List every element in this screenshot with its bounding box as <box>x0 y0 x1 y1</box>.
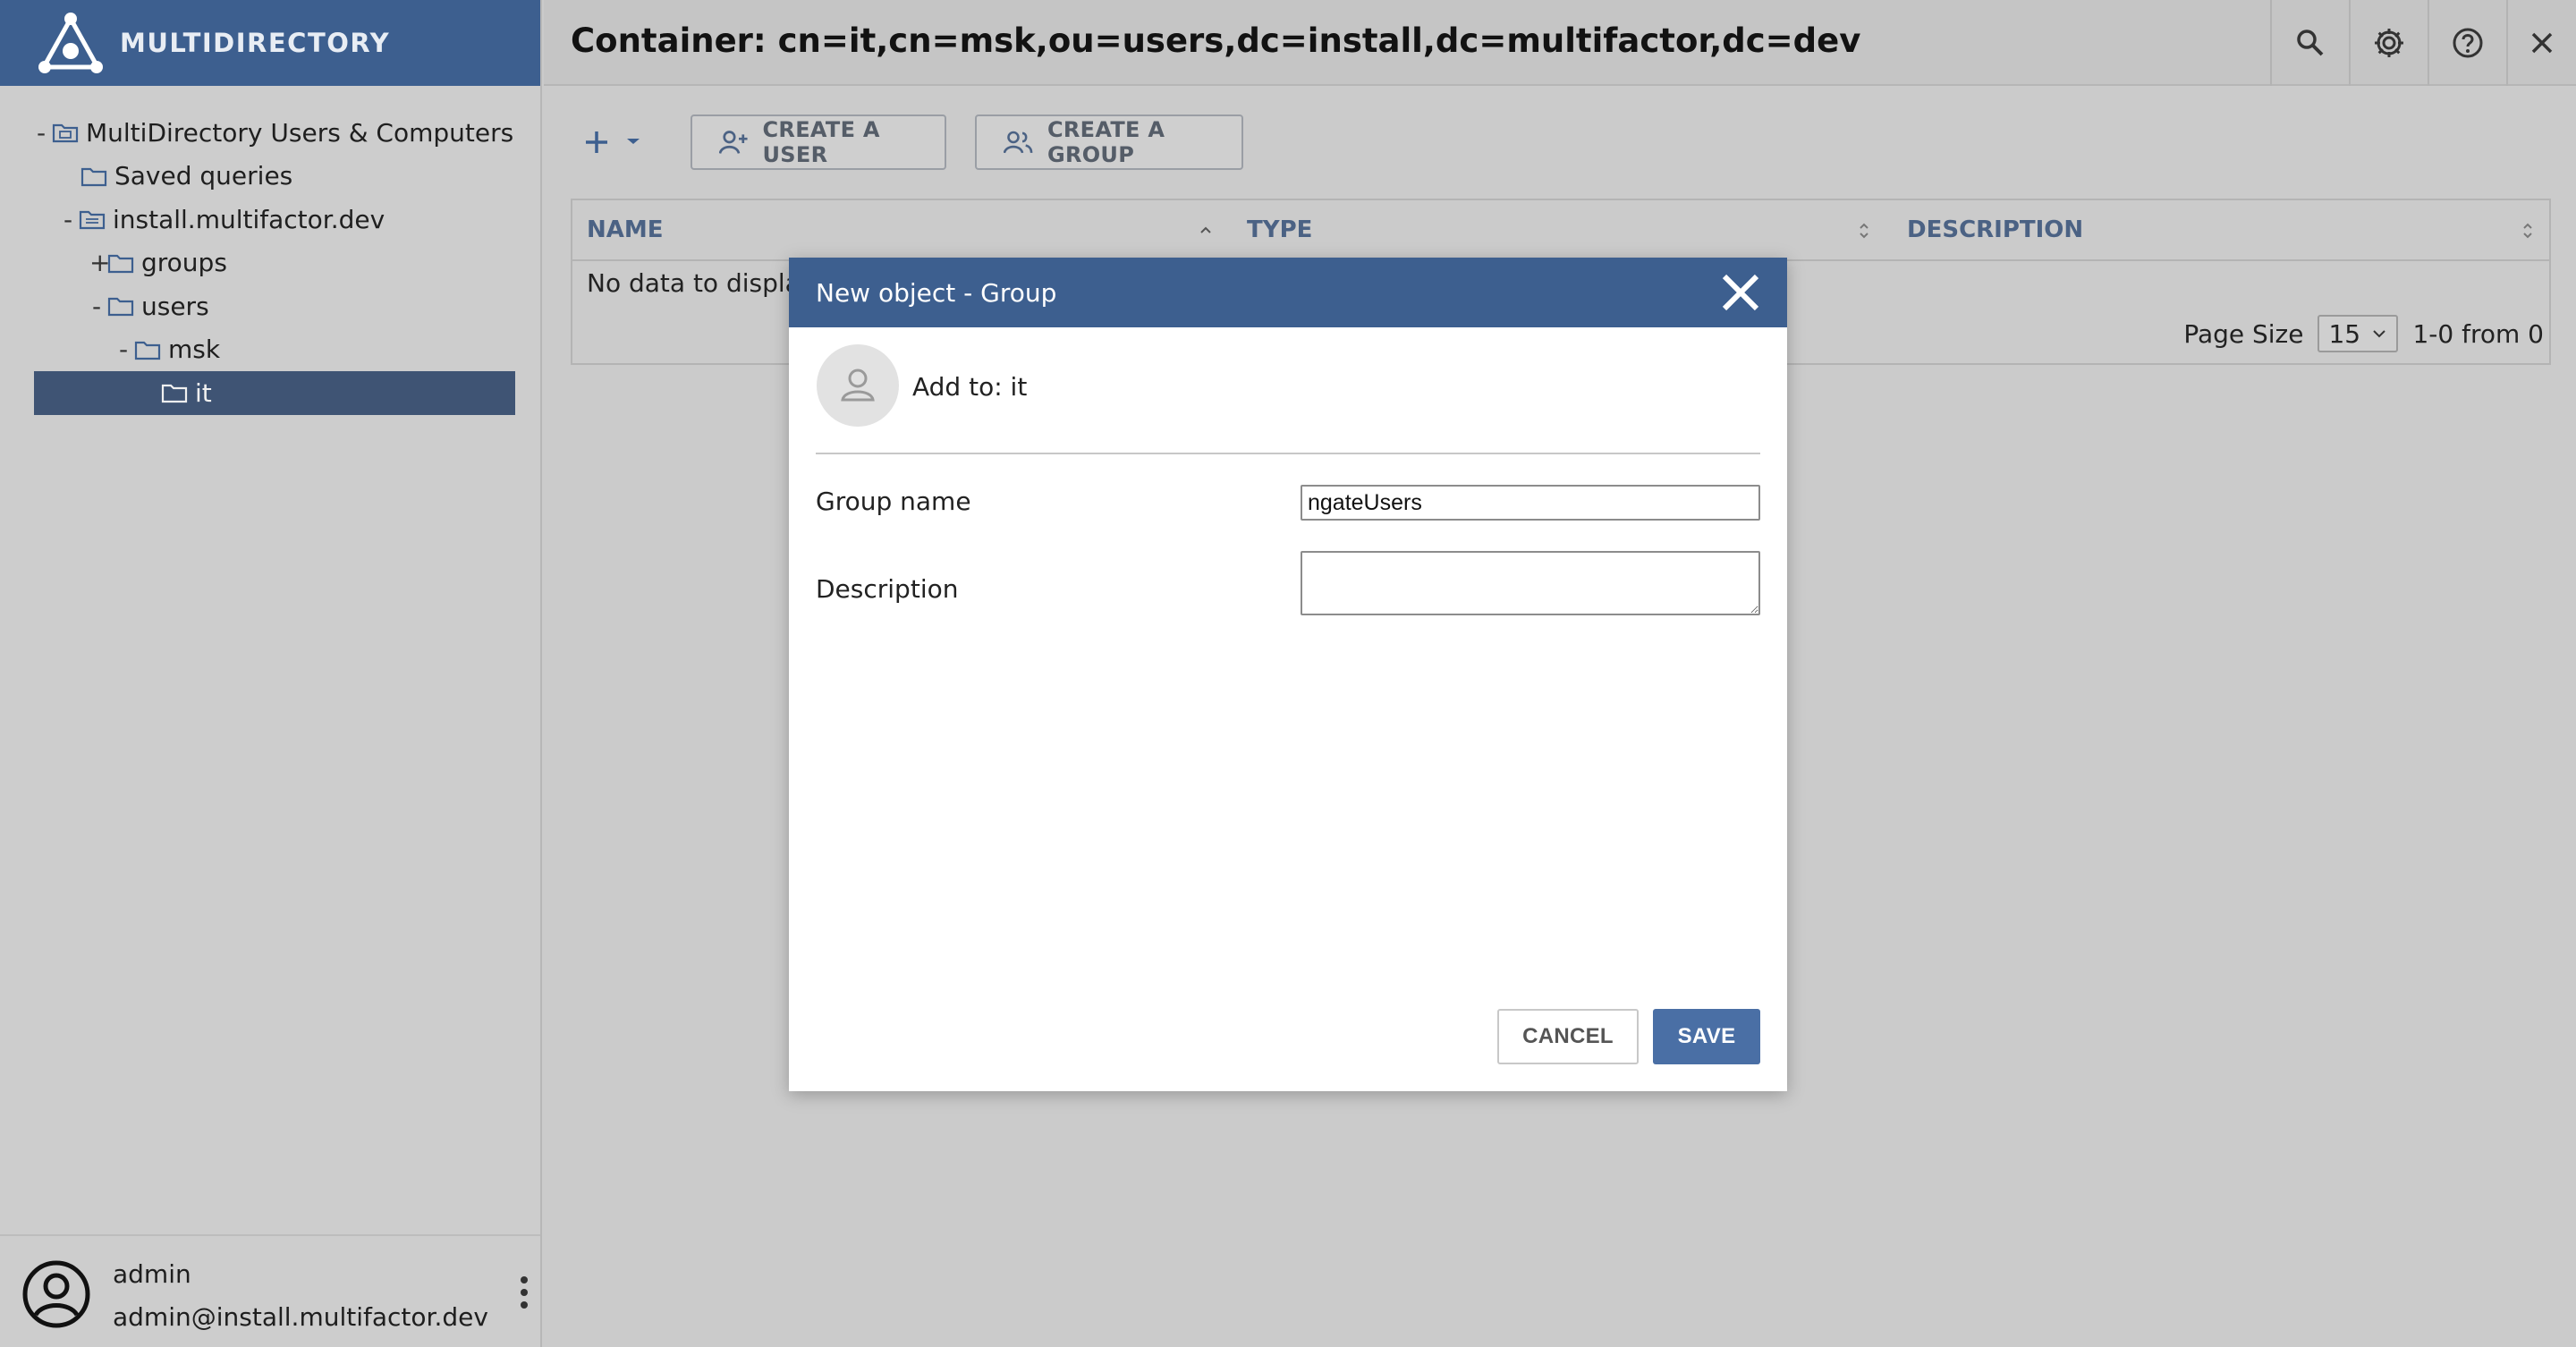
column-header-name[interactable]: NAME <box>587 200 664 259</box>
description-input[interactable] <box>1301 551 1760 615</box>
tree-item-label: users <box>141 291 209 321</box>
brand-header[interactable]: MULTIDIRECTORY <box>0 0 540 86</box>
chevron-down-icon <box>2373 330 2386 338</box>
settings-button[interactable] <box>2349 0 2428 86</box>
create-group-label: CREATE A GROUP <box>1046 117 1165 167</box>
tree-item-label: msk <box>168 335 221 365</box>
plus-icon <box>586 131 607 153</box>
folder-icon <box>134 341 161 360</box>
table-header: NAME TYPE DESCRIPTION <box>572 200 2549 261</box>
directory-tree: - MultiDirectory Users & Computers Saved… <box>0 111 542 415</box>
add-to-location: Add to: it <box>912 372 1028 402</box>
description-label: Description <box>816 574 959 604</box>
search-icon <box>2297 30 2324 56</box>
help-button[interactable] <box>2428 0 2506 86</box>
close-button[interactable] <box>2506 0 2576 86</box>
sort-icon[interactable] <box>2521 220 2535 241</box>
chevron-down-icon <box>627 139 640 144</box>
help-icon <box>2453 28 2483 58</box>
group-icon <box>1004 131 1033 154</box>
add-user-icon <box>719 131 748 154</box>
page-size-label: Page Size <box>2183 318 2304 349</box>
create-user-button[interactable]: CREATE A USER <box>691 114 946 170</box>
search-button[interactable] <box>2270 0 2349 86</box>
tree-item-domain[interactable]: - install.multifactor.dev <box>0 198 542 241</box>
new-group-dialog: New object - Group Add to: it Group name… <box>789 258 1787 1091</box>
column-header-description[interactable]: DESCRIPTION <box>1907 200 2083 259</box>
folder-icon <box>107 254 134 273</box>
tree-item-saved-queries[interactable]: Saved queries <box>0 155 542 199</box>
tree-item-it[interactable]: it <box>34 371 515 415</box>
more-vertical-icon[interactable] <box>515 1274 533 1311</box>
save-button[interactable]: SAVE <box>1653 1009 1760 1064</box>
close-icon <box>2531 32 2553 54</box>
pagination: Page Size 15 1-0 from 0 <box>2183 315 2544 352</box>
tree-item-label: MultiDirectory Users & Computers <box>86 117 514 148</box>
sort-icon[interactable] <box>1857 220 1871 241</box>
tree-item-label: install.multifactor.dev <box>113 204 386 234</box>
current-user-panel: admin admin@install.multifactor.dev <box>0 1234 540 1347</box>
tree-item-label: groups <box>141 248 227 278</box>
domain-icon <box>79 211 106 230</box>
collapse-toggle[interactable]: - <box>61 205 75 234</box>
multidirectory-logo-icon <box>38 13 103 73</box>
group-name-label: Group name <box>816 487 971 516</box>
tree-item-users[interactable]: - users <box>0 284 542 328</box>
tree-item-msk[interactable]: - msk <box>0 328 542 372</box>
page-size-select[interactable]: 15 <box>2318 315 2399 352</box>
gear-icon <box>2375 29 2403 57</box>
folder-icon <box>80 167 107 186</box>
cancel-button[interactable]: CANCEL <box>1497 1009 1639 1064</box>
divider <box>816 453 1760 454</box>
close-icon[interactable] <box>1719 271 1762 314</box>
dialog-header: New object - Group <box>789 258 1787 327</box>
folder-icon <box>107 298 134 317</box>
create-user-label: CREATE A USER <box>762 117 880 167</box>
sort-ascending-icon[interactable] <box>1199 220 1213 241</box>
top-bar: Container: cn=it,cn=msk,ou=users,dc=inst… <box>544 0 2576 86</box>
user-name: admin <box>113 1259 191 1289</box>
sidebar: MULTIDIRECTORY - MultiDirectory Users & … <box>0 0 542 1347</box>
page-size-value: 15 <box>2328 318 2361 349</box>
create-group-button[interactable]: CREATE A GROUP <box>975 114 1243 170</box>
tree-item-groups[interactable]: + groups <box>0 241 542 285</box>
folder-icon <box>161 385 188 403</box>
page-title: Container: cn=it,cn=msk,ou=users,dc=inst… <box>571 21 1861 60</box>
group-avatar-icon <box>817 344 899 427</box>
user-avatar-icon[interactable] <box>21 1259 91 1329</box>
collapse-toggle[interactable]: - <box>89 292 104 321</box>
group-name-input[interactable] <box>1301 485 1760 521</box>
dialog-title: New object - Group <box>816 277 1057 308</box>
column-header-type[interactable]: TYPE <box>1247 200 1312 259</box>
tree-item-label: it <box>195 377 212 408</box>
tree-item-label: Saved queries <box>114 161 293 191</box>
brand-name: MULTIDIRECTORY <box>120 28 391 58</box>
empty-table-message: No data to display <box>587 268 816 298</box>
page-range: 1-0 from 0 <box>2412 318 2544 349</box>
collapse-toggle[interactable]: - <box>116 335 131 364</box>
add-menu-button[interactable] <box>583 123 655 161</box>
expand-toggle[interactable]: + <box>89 248 110 277</box>
user-email: admin@install.multifactor.dev <box>113 1302 488 1332</box>
directory-root-icon <box>52 124 79 143</box>
collapse-toggle[interactable]: - <box>34 118 48 148</box>
tree-item-root[interactable]: - MultiDirectory Users & Computers <box>0 111 542 155</box>
